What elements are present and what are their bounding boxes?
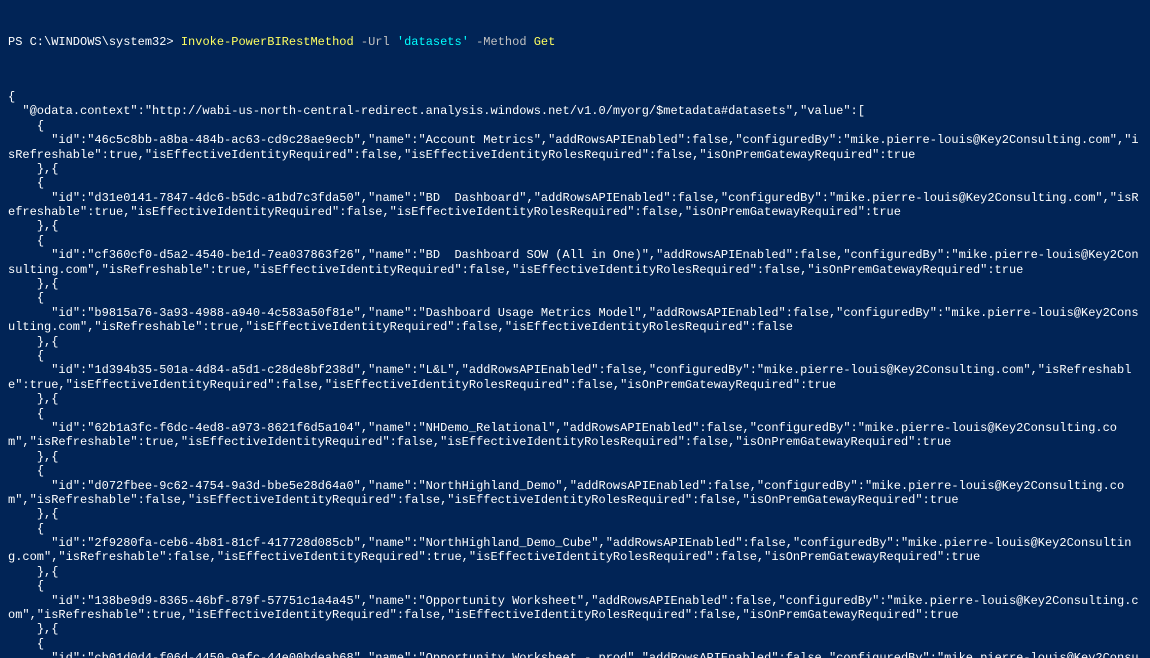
url-flag: -Url (361, 35, 390, 49)
command-line: PS C:\WINDOWS\system32> Invoke-PowerBIRe… (8, 35, 1142, 49)
ps-prompt: PS C:\WINDOWS\system32> (8, 35, 174, 49)
url-value: 'datasets' (397, 35, 469, 49)
method-value: Get (534, 35, 556, 49)
json-output: { "@odata.context":"http://wabi-us-north… (8, 90, 1142, 658)
cmdlet-name: Invoke-PowerBIRestMethod (181, 35, 354, 49)
powershell-terminal[interactable]: PS C:\WINDOWS\system32> Invoke-PowerBIRe… (0, 0, 1150, 658)
method-flag: -Method (476, 35, 526, 49)
